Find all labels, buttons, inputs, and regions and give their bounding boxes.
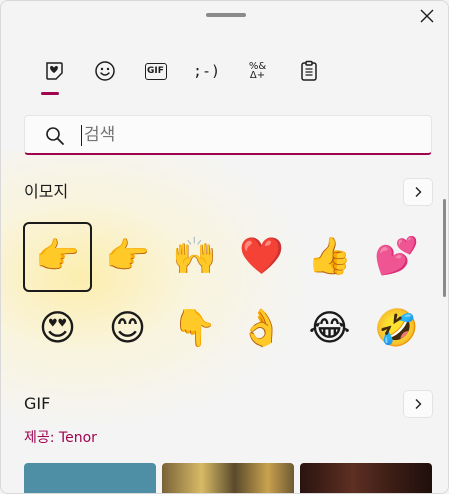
smiley-icon: [94, 61, 115, 81]
search-input[interactable]: [81, 122, 421, 148]
gif-icon-label: GIF: [147, 66, 164, 76]
drag-handle[interactable]: [206, 13, 246, 17]
close-button[interactable]: [411, 4, 443, 28]
emoji-item-thumbs-up[interactable]: 👍: [295, 222, 364, 292]
search-icon: [46, 127, 64, 145]
heart-sticker-icon: [45, 62, 63, 80]
emoji-more-button[interactable]: [403, 178, 433, 206]
tab-clipboard[interactable]: [283, 53, 334, 89]
close-icon: [420, 9, 434, 23]
tab-kaomoji[interactable]: ;-): [181, 53, 232, 89]
tab-gif[interactable]: GIF: [130, 53, 181, 89]
emoji-item-rolling-laughing[interactable]: 🤣: [362, 294, 431, 364]
emoji-item-smiling-face[interactable]: 😊: [93, 294, 162, 364]
emoji-item-two-hearts[interactable]: 💕: [362, 222, 431, 292]
emoji-item-ok-hand[interactable]: 👌: [227, 294, 296, 364]
symbols-icon: %& Δ+: [249, 62, 266, 81]
gif-thumbnail[interactable]: [300, 463, 432, 493]
clipboard-icon: [300, 60, 317, 81]
emoji-item-tears-of-joy[interactable]: 😂: [295, 294, 364, 364]
emoji-item-pointing-right[interactable]: 👉: [93, 222, 162, 292]
emoji-item-red-heart[interactable]: ❤️: [227, 222, 296, 292]
scrollbar-thumb[interactable]: [443, 199, 446, 297]
emoji-item-pointing-down[interactable]: 👇: [160, 294, 229, 364]
emoji-item-pointing-right-left[interactable]: 👉: [23, 222, 92, 292]
tab-smiley[interactable]: [79, 53, 130, 89]
chevron-right-icon: [415, 187, 422, 197]
emoji-item-heart-eyes[interactable]: 😍: [23, 294, 92, 364]
emoji-panel: GIF ;-) %& Δ+ 이모지: [0, 0, 449, 494]
gif-thumbnail[interactable]: [24, 463, 156, 493]
kaomoji-icon: ;-): [192, 62, 221, 80]
tab-symbols[interactable]: %& Δ+: [232, 53, 283, 89]
gif-more-button[interactable]: [403, 390, 433, 418]
active-tab-indicator: [41, 92, 59, 95]
gif-icon: GIF: [144, 62, 167, 80]
gif-section-title: GIF: [24, 394, 51, 413]
emoji-section-title: 이모지: [24, 182, 69, 201]
search-box[interactable]: [24, 115, 432, 155]
symbols-icon-bottom: Δ+: [249, 70, 266, 81]
tab-emoji[interactable]: [28, 53, 79, 95]
category-tabs: GIF ;-) %& Δ+: [28, 53, 334, 95]
chevron-right-icon: [415, 399, 422, 409]
gif-thumbnail[interactable]: [162, 463, 294, 493]
gif-provider-label: 제공: Tenor: [24, 430, 97, 446]
emoji-item-raising-hands[interactable]: 🙌: [160, 222, 229, 292]
